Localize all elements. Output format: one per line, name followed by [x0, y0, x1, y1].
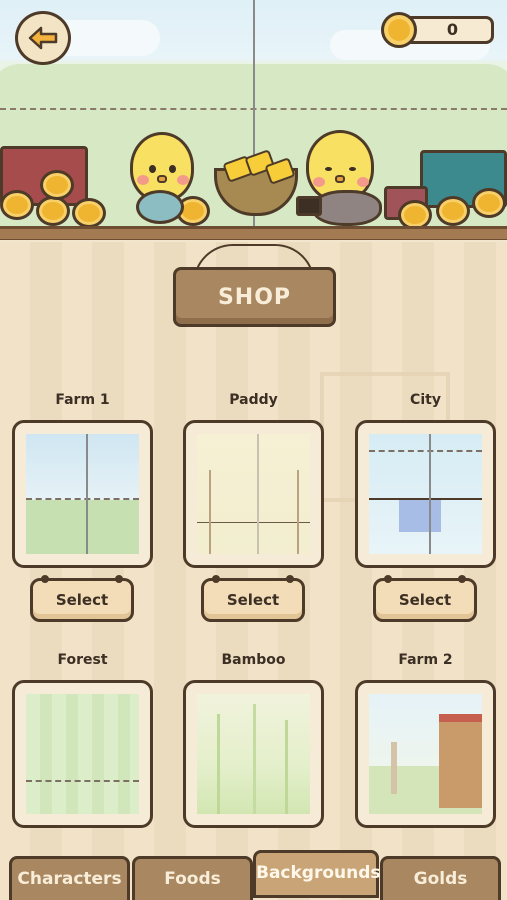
background-card[interactable] [183, 680, 324, 828]
coin-icon [381, 12, 417, 48]
background-card[interactable] [183, 420, 324, 568]
forest-preview [26, 694, 139, 814]
bird-body-gray [312, 190, 382, 226]
tab-backgrounds[interactable]: Backgrounds [253, 850, 381, 898]
coin-pile [72, 198, 106, 228]
bamboo-preview [197, 694, 310, 814]
shelf [0, 226, 507, 240]
background-title: Paddy [229, 392, 278, 408]
background-title: Forest [57, 652, 108, 668]
background-title: Farm 2 [398, 652, 453, 668]
tab-foods[interactable]: Foods [132, 856, 253, 900]
coin-pile [436, 196, 470, 226]
coin-pile [36, 196, 70, 226]
background-card[interactable] [12, 680, 153, 828]
background-item-forest: Forest [12, 652, 153, 832]
select-button[interactable]: Select [373, 575, 477, 622]
category-tabs: Characters Foods Backgrounds Golds [0, 850, 507, 900]
background-title: Bamboo [221, 652, 286, 668]
coin-count: 0 [446, 20, 459, 39]
tab-characters[interactable]: Characters [9, 856, 130, 900]
coin-pile [472, 188, 506, 218]
coin-counter: 0 [381, 12, 494, 48]
select-button[interactable]: Select [30, 575, 134, 622]
back-arrow-icon [28, 26, 58, 50]
background-card[interactable] [355, 420, 496, 568]
shop-sign: SHOP [173, 267, 336, 327]
city-preview [369, 434, 482, 554]
background-card[interactable] [355, 680, 496, 828]
background-item-farm-1: Farm 1 Select [12, 392, 153, 626]
background-item-bamboo: Bamboo [183, 652, 324, 832]
background-title: City [410, 392, 441, 408]
farm-2-preview [369, 694, 482, 814]
coin-pile [0, 190, 34, 220]
background-title: Farm 1 [55, 392, 110, 408]
background-item-city: City Select [355, 392, 496, 626]
shop-sign-label: SHOP [217, 284, 292, 310]
guitar-icon [136, 190, 184, 224]
paddy-preview [197, 434, 310, 554]
background-item-paddy: Paddy Select [183, 392, 324, 626]
select-button[interactable]: Select [201, 575, 305, 622]
background-item-farm-2: Farm 2 [355, 652, 496, 832]
background-card[interactable] [12, 420, 153, 568]
coin-pile [40, 170, 74, 200]
back-button[interactable] [15, 11, 71, 65]
farm-1-preview [26, 434, 139, 554]
phone-icon [296, 196, 322, 216]
tab-golds[interactable]: Golds [380, 856, 501, 900]
